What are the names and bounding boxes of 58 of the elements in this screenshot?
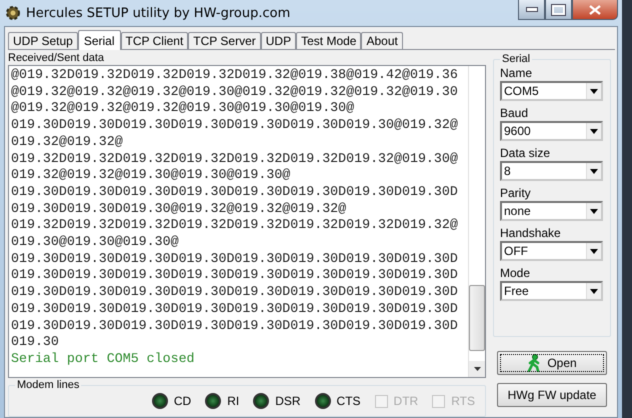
data-line: 019.30: [11, 334, 60, 351]
update-button[interactable]: HWg FW update: [497, 383, 607, 407]
data-line: 019.30D019.30D019.30@019.32@019.32@019.32@: [11, 200, 348, 218]
data-line: 019.30D019.30D019.30D019.30D019.30D019.30D019.30D019.30D: [11, 284, 459, 301]
data-line: 019.30@019.30@019.30@: [11, 234, 180, 251]
data-line: @019.32D019.32D019.32D019.32D019.32@019.38@019.42@019.36: [11, 67, 459, 84]
data-line: 019.32@019.32@019.30@019.30@019.30@: [11, 167, 292, 184]
open-button[interactable]: Open: [497, 351, 607, 375]
tab[interactable]: UDP: [260, 32, 296, 49]
data-line: 019.30D019.30D019.30D019.30D019.30D019.30D019.30D019.30D: [11, 300, 459, 318]
tab[interactable]: Serial: [78, 30, 120, 50]
down-arrow-icon: [474, 367, 480, 371]
field-label: Name: [500, 65, 534, 81]
dropdown[interactable]: OFF: [500, 241, 603, 261]
data-line: 019.30D019.30D019.30D019.30D019.30D019.30D019.30@019.32@: [11, 117, 459, 134]
scrollbar[interactable]: [468, 66, 485, 377]
dropdown[interactable]: 9600: [500, 121, 603, 141]
tab[interactable]: UDP Setup: [8, 32, 78, 49]
dropdown[interactable]: none: [500, 201, 603, 221]
close-button[interactable]: [572, 0, 618, 20]
tab[interactable]: Test Mode: [296, 32, 362, 49]
data-line: 019.32@019.32@: [11, 134, 124, 151]
gear-icon: [4, 4, 22, 22]
signal-label: DSR: [275, 394, 301, 408]
field-label: Mode: [500, 265, 532, 281]
field-label: Parity: [500, 185, 532, 201]
data-line: 019.30D019.30D019.30D019.30D019.30D019.30D019.30D019.30D: [11, 318, 459, 334]
tab[interactable]: About: [361, 32, 403, 49]
field-label: Data size: [500, 145, 552, 161]
data-line: 019.32D019.32D019.32D019.32D019.32D019.32D019.32D019.32@: [11, 217, 459, 234]
data-line: 019.30D019.30D019.30D019.30D019.30D019.30D019.30D019.30D: [11, 250, 459, 268]
section-label: Received/Sent data: [8, 52, 106, 65]
field-label: Baud: [500, 105, 530, 121]
dropdown[interactable]: COM5: [500, 81, 603, 101]
scrollbar-thumb[interactable]: [469, 285, 485, 351]
data-line: @019.32@019.32@019.32@019.30@019.32@019.32@019.32@019.30: [11, 84, 459, 100]
dropdown[interactable]: Free: [500, 281, 603, 301]
checkbox-label: DTR: [394, 394, 418, 408]
group-title: Modem lines: [16, 379, 80, 391]
checkbox-label: RTS: [451, 394, 475, 408]
minimize-button[interactable]: [518, 0, 545, 20]
group-title: Serial: [501, 53, 532, 65]
tab[interactable]: TCP Client: [120, 32, 188, 49]
maximize-button[interactable]: [545, 0, 572, 20]
data-line: 019.32D019.32D019.32D019.32D019.32D019.32D019.32@019.30@: [11, 150, 459, 168]
signal-label: CTS: [336, 394, 361, 408]
dropdown[interactable]: 8: [500, 161, 603, 181]
tab[interactable]: TCP Server: [188, 32, 261, 49]
data-line: 019.30D019.30D019.30D019.30D019.30D019.30D019.30D019.30D: [11, 267, 459, 284]
close-icon: [589, 4, 601, 14]
signal-label: RI: [227, 394, 240, 408]
signal-label: CD: [174, 394, 192, 408]
data-line: 019.30D019.30D019.30D019.30D019.30D019.30D019.30D019.30D: [11, 184, 459, 201]
window-title: Hercules SETUP utility by HW-group.com: [26, 6, 292, 20]
walking-figure-icon: [527, 354, 542, 372]
field-label: Handshake: [500, 225, 562, 241]
status-message: Serial port COM5 closed: [11, 350, 196, 368]
data-line: @019.32@019.32@019.32@019.30@019.30@019.30@: [11, 100, 356, 118]
